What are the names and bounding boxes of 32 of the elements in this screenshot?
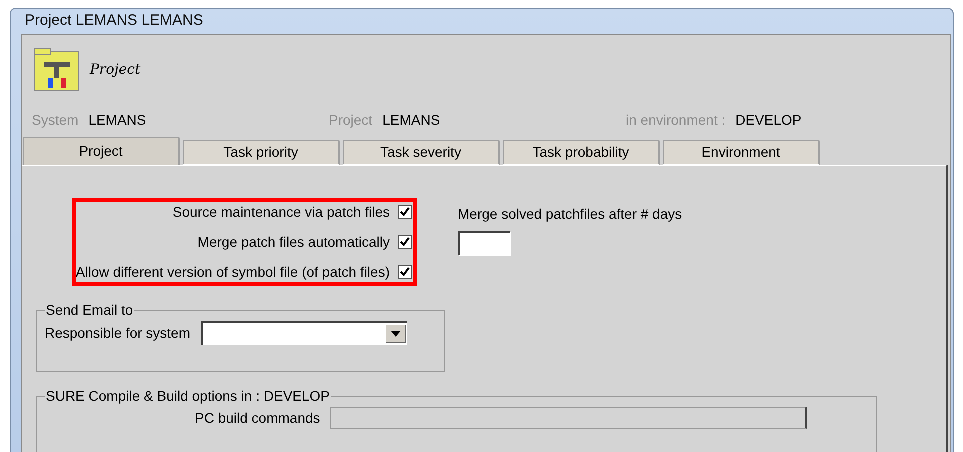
option-label: Allow different version of symbol file (of patch files) bbox=[76, 262, 390, 282]
option-label: Merge patch files automatically bbox=[198, 232, 390, 252]
info-label: in environment : bbox=[626, 110, 726, 130]
field-label: Responsible for system bbox=[45, 324, 191, 343]
header-caption: Project bbox=[90, 60, 141, 80]
tab[interactable]: Project bbox=[23, 137, 180, 165]
field-label: PC build commands bbox=[195, 408, 320, 428]
dropdown-arrow-icon bbox=[386, 325, 406, 343]
tab[interactable]: Environment bbox=[663, 140, 820, 165]
info-value: LEMANS bbox=[88, 110, 146, 130]
checkmark-icon bbox=[400, 237, 410, 247]
group-title: Send Email to bbox=[45, 301, 134, 320]
responsible-dropdown[interactable] bbox=[200, 321, 407, 345]
info-value: LEMANS bbox=[382, 110, 440, 130]
group-title: SURE Compile & Build options in : DEVELOP bbox=[45, 387, 332, 406]
checkmark-icon bbox=[400, 207, 410, 217]
folder-tools-icon bbox=[34, 48, 80, 92]
checkbox[interactable] bbox=[398, 205, 412, 219]
tab[interactable]: Task priority bbox=[183, 140, 340, 165]
build-commands-field[interactable] bbox=[330, 407, 808, 429]
window-title: Project LEMANS LEMANS bbox=[25, 11, 204, 32]
option-label: Source maintenance via patch files bbox=[172, 202, 390, 222]
checkmark-icon bbox=[400, 267, 410, 277]
days-input-field[interactable] bbox=[458, 231, 511, 256]
info-label: System bbox=[32, 110, 79, 130]
info-value: DEVELOP bbox=[736, 110, 802, 130]
tab[interactable]: Task severity bbox=[343, 140, 500, 165]
checkbox[interactable] bbox=[398, 265, 412, 279]
merge-days-label: Merge solved patchfiles after # days bbox=[458, 205, 682, 224]
checkbox[interactable] bbox=[398, 235, 412, 249]
info-label: Project bbox=[329, 110, 373, 130]
tab[interactable]: Task probability bbox=[503, 140, 660, 165]
